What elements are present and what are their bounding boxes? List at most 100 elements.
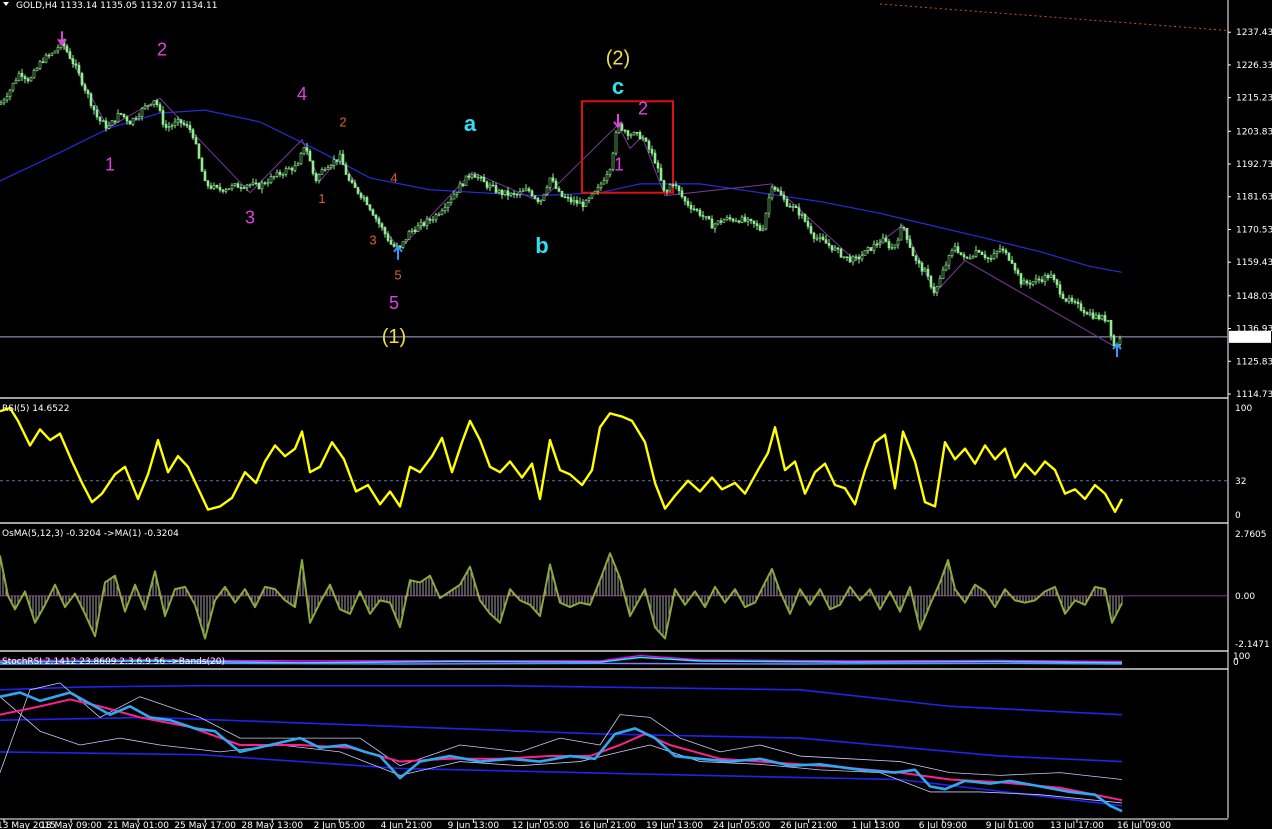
candle-body bbox=[986, 257, 990, 259]
candle-body bbox=[635, 131, 639, 134]
candle-body bbox=[1097, 314, 1101, 320]
candle-body bbox=[785, 199, 789, 207]
price-candle bbox=[620, 123, 624, 132]
candle-body bbox=[254, 182, 258, 185]
candle-body bbox=[743, 216, 747, 222]
candle-body bbox=[239, 187, 243, 189]
candle-body bbox=[788, 205, 792, 208]
candle-body bbox=[386, 233, 390, 241]
symbol-label: GOLD,H4 bbox=[16, 1, 58, 11]
candle-body bbox=[548, 177, 552, 188]
candle-body bbox=[320, 169, 324, 175]
candle-body bbox=[476, 176, 480, 179]
candle-body bbox=[1070, 297, 1074, 302]
candle-body bbox=[905, 228, 909, 240]
candle-body bbox=[497, 189, 501, 193]
candle-body bbox=[101, 120, 105, 123]
candle-body bbox=[713, 223, 717, 229]
candle-body bbox=[605, 174, 609, 181]
candle-body bbox=[860, 255, 864, 260]
candle-body bbox=[833, 247, 837, 251]
candle-body bbox=[485, 181, 489, 188]
candle-body bbox=[965, 256, 969, 259]
candle-body bbox=[524, 188, 528, 192]
candle-body bbox=[503, 190, 507, 196]
candle-body bbox=[1031, 281, 1035, 285]
price-candle bbox=[590, 193, 594, 200]
candle-body bbox=[665, 190, 669, 192]
candle-body bbox=[38, 61, 42, 69]
price-candle bbox=[80, 71, 84, 87]
candle-body bbox=[1079, 303, 1083, 311]
candle-body bbox=[872, 243, 876, 251]
price-candle bbox=[299, 151, 303, 165]
candle-body bbox=[1064, 298, 1068, 302]
wave-label: (1) bbox=[382, 326, 406, 348]
candle-body bbox=[992, 253, 996, 260]
candle-body bbox=[893, 244, 897, 248]
candle-body bbox=[857, 256, 861, 260]
trading-chart[interactable]: 1237.43 1226.33 1215.23 1203.83 1192.73 1181.… bbox=[0, 0, 1272, 829]
candle-body bbox=[725, 217, 729, 221]
candle-body bbox=[5, 96, 9, 101]
price-candle bbox=[707, 215, 711, 220]
candle-body bbox=[1025, 280, 1029, 284]
candle-body bbox=[314, 173, 318, 181]
candle-body bbox=[119, 113, 123, 115]
candle-body bbox=[35, 68, 39, 71]
candle-body bbox=[131, 117, 135, 125]
candle-body bbox=[863, 250, 867, 256]
candle-body bbox=[749, 218, 753, 222]
candle-body bbox=[1109, 319, 1113, 337]
candle-body bbox=[752, 220, 756, 224]
candle-body bbox=[746, 218, 750, 222]
candle-body bbox=[128, 120, 132, 125]
candle-body bbox=[1046, 274, 1050, 278]
osma-tick-label: 0.00 bbox=[1235, 592, 1255, 602]
candle-body bbox=[827, 243, 831, 246]
candle-body bbox=[137, 115, 141, 119]
candle-body bbox=[104, 120, 108, 129]
candle-body bbox=[998, 248, 1002, 252]
candle-body bbox=[383, 227, 387, 235]
candle-body bbox=[284, 168, 288, 175]
candle-body bbox=[194, 137, 198, 145]
time-tick-label: 9 Jun 13:00 bbox=[448, 821, 500, 829]
candle-body bbox=[368, 204, 372, 211]
wave-label: (2) bbox=[606, 47, 630, 69]
price-candle bbox=[584, 198, 588, 207]
candle-body bbox=[167, 126, 171, 128]
candle-body bbox=[800, 214, 804, 216]
price-tick-label: 1215.23 bbox=[1236, 94, 1272, 104]
candle-body bbox=[224, 189, 228, 192]
candle-body bbox=[467, 175, 471, 178]
candle-body bbox=[773, 186, 777, 190]
wave-label: 2 bbox=[638, 99, 648, 119]
candle-body bbox=[191, 129, 195, 139]
candle-body bbox=[1013, 263, 1017, 271]
price-tick-label: 1192.73 bbox=[1236, 160, 1272, 170]
candle-body bbox=[215, 184, 219, 188]
time-tick-label: 16 Jun 21:00 bbox=[579, 821, 636, 829]
price-candle bbox=[614, 129, 618, 156]
candle-body bbox=[914, 255, 918, 261]
candle-body bbox=[920, 262, 924, 272]
candle-body bbox=[1022, 280, 1026, 285]
candle-body bbox=[608, 169, 612, 175]
candle-body bbox=[422, 222, 426, 226]
candle-body bbox=[1034, 278, 1038, 283]
candle-body bbox=[974, 250, 978, 257]
chart-background bbox=[0, 0, 1272, 829]
candle-body bbox=[683, 196, 687, 202]
candle-body bbox=[20, 72, 24, 77]
candle-body bbox=[1118, 338, 1122, 345]
candle-body bbox=[1040, 279, 1044, 282]
candle-body bbox=[302, 147, 306, 154]
candle-body bbox=[275, 171, 279, 177]
candle-body bbox=[971, 256, 975, 259]
candle-body bbox=[419, 222, 423, 227]
price-tick-label: 1203.83 bbox=[1236, 127, 1272, 137]
candle-body bbox=[530, 190, 534, 197]
candle-body bbox=[461, 183, 465, 187]
candle-body bbox=[197, 143, 201, 159]
